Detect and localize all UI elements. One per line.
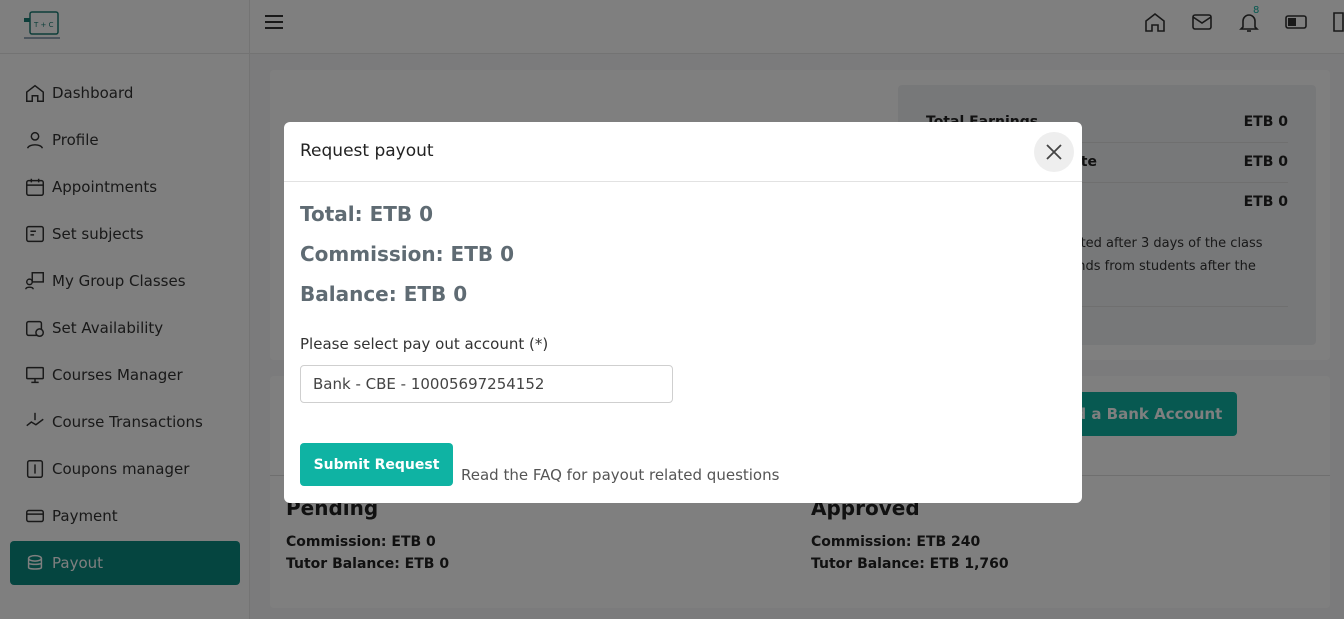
submit-request-button[interactable]: Submit Request [300,443,453,486]
commission-amount: Commission: ETB 0 [300,242,514,266]
total-amount: Total: ETB 0 [300,202,434,226]
payout-account-select[interactable]: Bank - CBE - 10005697254152 [300,365,673,403]
balance-amount: Balance: ETB 0 [300,282,468,306]
modal-title: Request payout [300,141,434,161]
close-button[interactable] [1034,132,1074,172]
close-icon [1046,144,1062,160]
request-payout-modal: Request payout Total: ETB 0 Commission: … [284,122,1082,503]
payout-account-label: Please select pay out account (*) [300,335,549,353]
modal-header: Request payout [284,122,1082,182]
faq-text: Read the FAQ for payout related question… [461,466,780,484]
